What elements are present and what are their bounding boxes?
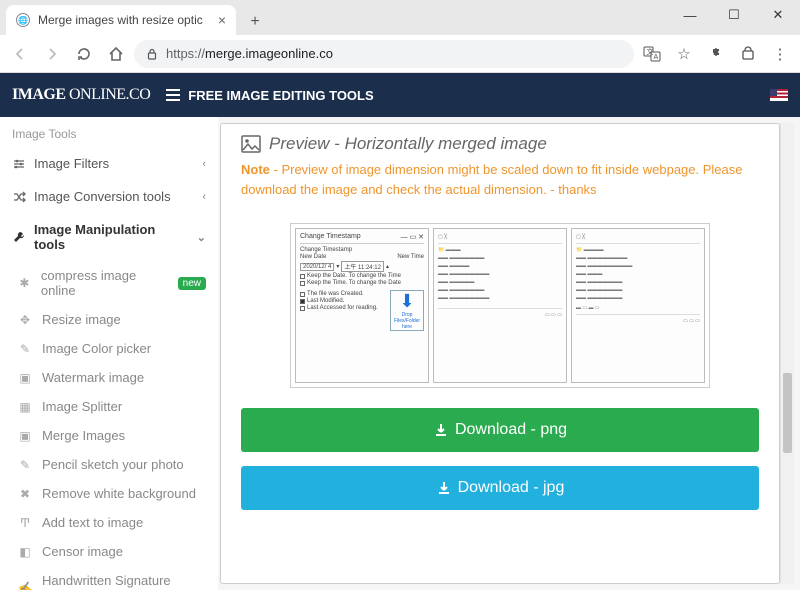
sidebar-item-censor[interactable]: ◧Censor image [0, 537, 218, 566]
image-icon: ▣ [18, 371, 32, 385]
note-text: Note - Preview of image dimension might … [241, 160, 759, 199]
preview-window-2: ▢ ╳ 📁 ▬▬▬ ▬▬ ▬▬▬▬▬▬▬▬▬ ▬▬▬▬▬▬ ▬▬▬▬▬▬▬▬ ▬… [433, 228, 567, 383]
censor-icon: ◧ [18, 545, 32, 559]
reload-button[interactable] [70, 40, 98, 68]
translate-icon[interactable]: 文A [638, 40, 666, 68]
download-jpg-button[interactable]: Download - jpg [241, 466, 759, 510]
sidebar-cat-manipulation[interactable]: Image Manipulation tools ⌄ [0, 213, 218, 261]
wrench-icon [12, 230, 26, 244]
sidebar-item-addtext[interactable]: ͲAdd text to image [0, 508, 218, 537]
pen-icon: ✍ [18, 581, 32, 590]
svg-text:A: A [654, 54, 659, 61]
merged-preview: Change Timestamp— ▭ ✕ Change Timestamp N… [290, 223, 710, 388]
chevron-down-icon: ⌄ [197, 231, 206, 244]
header-menu-button[interactable]: FREE IMAGE EDITING TOOLS [166, 88, 373, 103]
merge-icon: ▣ [18, 429, 32, 443]
scrollbar-thumb[interactable] [783, 373, 792, 453]
sidebar-item-merge[interactable]: ▣Merge Images [0, 421, 218, 450]
forward-button[interactable] [38, 40, 66, 68]
pencil-icon: ✎ [18, 458, 32, 472]
main-panel: Preview - Horizontally merged image Note… [220, 123, 780, 584]
compress-icon: ✱ [18, 276, 31, 290]
sidebar-item-compress[interactable]: ✱compress image onlinenew [0, 261, 218, 305]
hamburger-icon [166, 89, 180, 101]
extension-puzzle-icon[interactable] [702, 40, 730, 68]
download-icon [433, 422, 449, 438]
sidebar-item-removebg[interactable]: ✖Remove white background [0, 479, 218, 508]
site-logo[interactable]: IMAGE ONLINE.CO [12, 86, 150, 104]
preview-heading: Preview - Horizontally merged image [241, 134, 759, 154]
back-button[interactable] [6, 40, 34, 68]
sidebar: Image Tools Image Filters ‹ Image Conver… [0, 117, 218, 590]
vertical-scrollbar[interactable] [780, 123, 794, 584]
close-window-button[interactable]: ✕ [756, 0, 800, 30]
close-tab-icon[interactable]: × [218, 12, 226, 28]
flag-us-icon[interactable] [770, 89, 788, 101]
menu-dots-icon[interactable]: ⋮ [766, 40, 794, 68]
extension-bag-icon[interactable] [734, 40, 762, 68]
sidebar-heading: Image Tools [0, 117, 218, 147]
preview-window-3: ▢ ╳ 📁 ▬▬▬▬ ▬▬ ▬▬▬▬▬▬▬▬▬▬ ▬▬▬▬▬▬▬▬▬▬▬ ▬▬▬… [571, 228, 705, 383]
home-button[interactable] [102, 40, 130, 68]
sidebar-item-colorpicker[interactable]: ✎Image Color picker [0, 334, 218, 363]
eyedropper-icon: ✎ [18, 342, 32, 356]
chevron-left-icon: ‹ [202, 191, 206, 203]
globe-icon: 🌐 [16, 13, 30, 27]
sidebar-item-watermark[interactable]: ▣Watermark image [0, 363, 218, 392]
svg-text:文: 文 [647, 47, 654, 56]
preview-window-1: Change Timestamp— ▭ ✕ Change Timestamp N… [295, 228, 429, 383]
picture-icon [241, 135, 261, 153]
maximize-button[interactable]: ☐ [712, 0, 756, 30]
url-text: https://merge.imageonline.co [166, 46, 333, 61]
shuffle-icon [12, 190, 26, 204]
download-icon [436, 480, 452, 496]
text-icon: Ͳ [18, 516, 32, 530]
expand-icon: ✥ [18, 313, 32, 327]
download-png-button[interactable]: Download - png [241, 408, 759, 452]
browser-tab[interactable]: 🌐 Merge images with resize optic × [6, 5, 236, 35]
sidebar-cat-filters[interactable]: Image Filters ‹ [0, 147, 218, 180]
new-tab-button[interactable]: + [242, 9, 268, 35]
sliders-icon [12, 157, 26, 171]
minimize-button[interactable]: — [668, 0, 712, 30]
tab-title: Merge images with resize optic [38, 13, 203, 27]
favorite-icon[interactable]: ☆ [670, 40, 698, 68]
chevron-left-icon: ‹ [202, 158, 206, 170]
sidebar-item-splitter[interactable]: ▦Image Splitter [0, 392, 218, 421]
sidebar-cat-conversion[interactable]: Image Conversion tools ‹ [0, 180, 218, 213]
grid-icon: ▦ [18, 400, 32, 414]
sidebar-item-signature[interactable]: ✍Handwritten Signature image [0, 566, 218, 590]
x-icon: ✖ [18, 487, 32, 501]
new-badge: new [178, 277, 206, 290]
lock-icon [146, 48, 158, 60]
address-bar[interactable]: https://merge.imageonline.co [134, 40, 634, 68]
sidebar-item-pencil[interactable]: ✎Pencil sketch your photo [0, 450, 218, 479]
sidebar-item-resize[interactable]: ✥Resize image [0, 305, 218, 334]
